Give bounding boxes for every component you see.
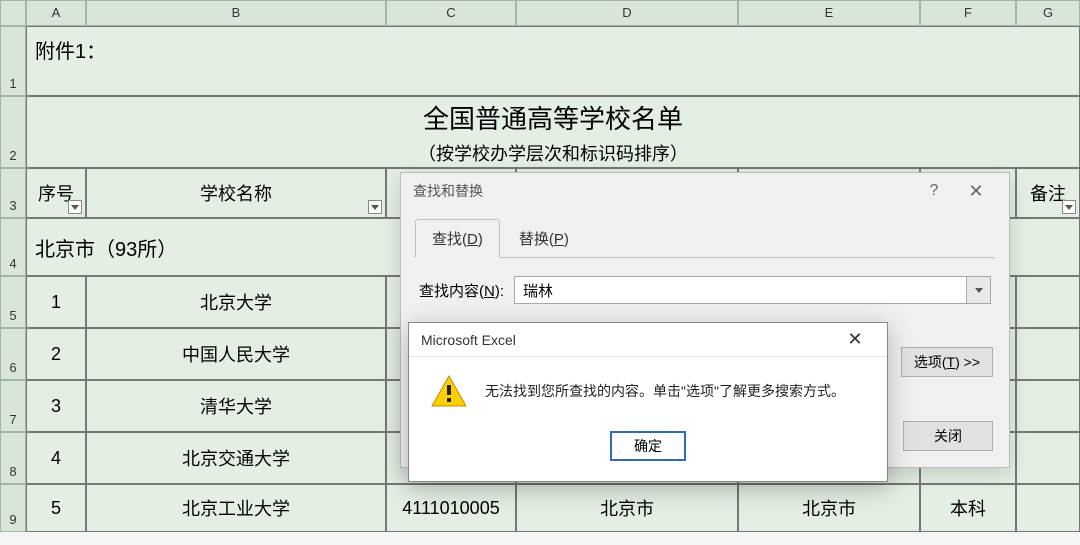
alert-titlebar[interactable]: Microsoft Excel ✕	[409, 323, 887, 357]
cell-name[interactable]: 北京工业大学	[86, 484, 386, 532]
cell-name[interactable]: 中国人民大学	[86, 328, 386, 380]
cell-seq[interactable]: 4	[26, 432, 86, 484]
filter-icon[interactable]	[68, 200, 82, 214]
find-row: 查找内容(N):	[401, 258, 1009, 304]
row-7[interactable]: 7	[0, 380, 26, 432]
header-name[interactable]: 学校名称	[86, 168, 386, 218]
dialog-title: 查找和替换	[413, 181, 483, 201]
col-A[interactable]: A	[26, 0, 86, 26]
cell-name[interactable]: 清华大学	[86, 380, 386, 432]
col-B[interactable]: B	[86, 0, 386, 26]
cell[interactable]	[1016, 328, 1080, 380]
cell-seq[interactable]: 3	[26, 380, 86, 432]
cell-code[interactable]: 4111010005	[386, 484, 516, 532]
tab-replace[interactable]: 替换(P)	[502, 219, 586, 258]
col-E[interactable]: E	[738, 0, 920, 26]
alert-title-text: Microsoft Excel	[421, 332, 516, 348]
header-remark[interactable]: 备注	[1016, 168, 1080, 218]
cell-seq[interactable]: 2	[26, 328, 86, 380]
warning-icon	[431, 375, 467, 407]
cell[interactable]	[1016, 276, 1080, 328]
header-seq[interactable]: 序号	[26, 168, 86, 218]
dropdown-icon[interactable]	[967, 276, 991, 304]
tab-find[interactable]: 查找(D)	[415, 219, 500, 258]
row-3[interactable]: 3	[0, 168, 26, 218]
alert-message: 无法找到您所查找的内容。单击"选项"了解更多搜索方式。	[485, 381, 845, 401]
close-icon[interactable]: ✕	[835, 325, 875, 355]
header-remark-label: 备注	[1030, 180, 1066, 206]
corner-cell[interactable]	[0, 0, 26, 26]
alert-dialog: Microsoft Excel ✕ 无法找到您所查找的内容。单击"选项"了解更多…	[408, 322, 888, 482]
cell-seq[interactable]: 1	[26, 276, 86, 328]
col-C[interactable]: C	[386, 0, 516, 26]
title-sub: （按学校办学层次和标识码排序）	[418, 140, 688, 166]
ok-button[interactable]: 确定	[610, 431, 686, 461]
section-text: 北京市（93所）	[35, 233, 177, 262]
cell[interactable]	[1016, 484, 1080, 532]
filter-icon[interactable]	[368, 200, 382, 214]
close-button[interactable]: 关闭	[903, 421, 993, 451]
row-4[interactable]: 4	[0, 218, 26, 276]
help-button[interactable]: ?	[913, 175, 955, 207]
tab-find-label: 查找(D)	[432, 231, 483, 248]
tab-replace-label: 替换(P)	[519, 231, 569, 248]
row-8[interactable]: 8	[0, 432, 26, 484]
row-2[interactable]: 2	[0, 96, 26, 168]
find-label: 查找内容(N):	[419, 280, 504, 301]
row-1[interactable]: 1	[0, 26, 26, 96]
row-5[interactable]: 5	[0, 276, 26, 328]
options-button[interactable]: 选项(T) >>	[901, 347, 993, 377]
attachment-cell[interactable]: 附件1：	[26, 26, 1080, 96]
row-6[interactable]: 6	[0, 328, 26, 380]
tabs: 查找(D) 替换(P)	[401, 209, 1009, 258]
title-cell[interactable]: 全国普通高等学校名单 （按学校办学层次和标识码排序）	[26, 96, 1080, 168]
cell[interactable]	[1016, 380, 1080, 432]
find-combo	[514, 276, 991, 304]
cell-name[interactable]: 北京大学	[86, 276, 386, 328]
cell[interactable]: 北京市	[516, 484, 738, 532]
close-icon[interactable]: ✕	[955, 175, 997, 207]
cell-name[interactable]: 北京交通大学	[86, 432, 386, 484]
title-main: 全国普通高等学校名单	[423, 99, 683, 136]
cell[interactable]: 北京市	[738, 484, 920, 532]
cell[interactable]: 本科	[920, 484, 1016, 532]
cell-seq[interactable]: 5	[26, 484, 86, 532]
col-G[interactable]: G	[1016, 0, 1080, 26]
dialog-titlebar[interactable]: 查找和替换 ? ✕	[401, 173, 1009, 209]
row-9[interactable]: 9	[0, 484, 26, 532]
cell[interactable]	[1016, 432, 1080, 484]
header-name-label: 学校名称	[200, 180, 272, 206]
find-input[interactable]	[514, 276, 967, 304]
attachment-text: 附件1：	[35, 35, 106, 64]
filter-icon[interactable]	[1062, 200, 1076, 214]
col-D[interactable]: D	[516, 0, 738, 26]
col-F[interactable]: F	[920, 0, 1016, 26]
